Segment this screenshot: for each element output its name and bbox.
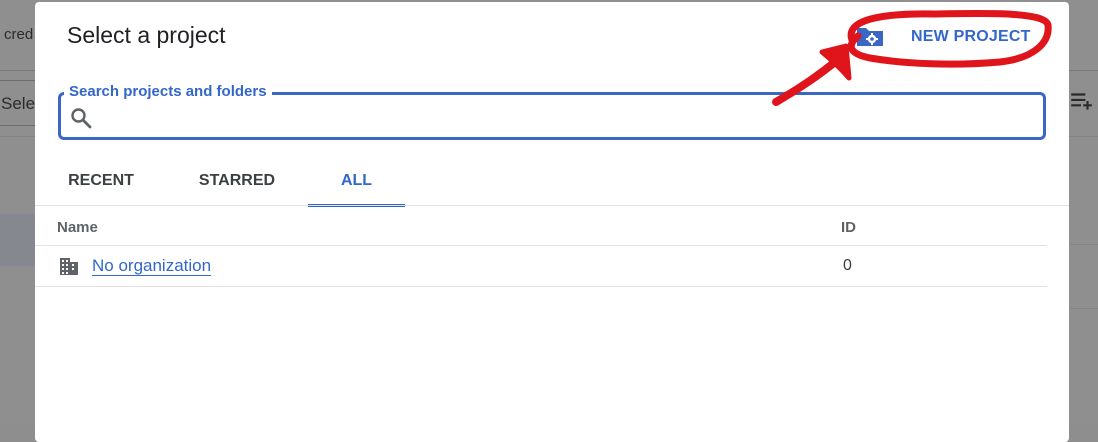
background-breadcrumb: cred — [4, 26, 34, 43]
tab-bar: RECENT STARRED ALL — [35, 158, 1069, 207]
column-header-id: ID — [841, 219, 856, 236]
search-label: Search projects and folders — [64, 83, 272, 100]
tab-all[interactable]: ALL — [308, 158, 405, 207]
select-project-dialog: Select a project NEW PROJECT Search proj… — [35, 2, 1069, 442]
tab-starred[interactable]: STARRED — [195, 158, 279, 204]
dialog-title: Select a project — [67, 22, 226, 48]
tab-recent[interactable]: RECENT — [67, 158, 135, 204]
building-icon — [60, 258, 78, 275]
background-divider-4 — [1070, 308, 1098, 309]
tab-divider — [35, 205, 1069, 206]
row-divider — [35, 286, 1047, 287]
background-select-label: Sele — [1, 94, 36, 113]
folder-settings-icon — [857, 28, 883, 46]
background-divider-3 — [1070, 244, 1098, 245]
new-project-button[interactable]: NEW PROJECT — [855, 24, 1031, 50]
column-header-name: Name — [57, 219, 98, 236]
background-highlight-band — [0, 214, 36, 266]
row-id: 0 — [843, 257, 852, 274]
new-project-label: NEW PROJECT — [911, 28, 1031, 45]
search-icon — [71, 108, 92, 129]
playlist-add-icon — [1071, 93, 1092, 110]
row-name-link[interactable]: No organization — [92, 256, 211, 276]
search-input[interactable] — [101, 103, 1035, 135]
table-row[interactable]: No organization 0 — [35, 246, 1047, 286]
